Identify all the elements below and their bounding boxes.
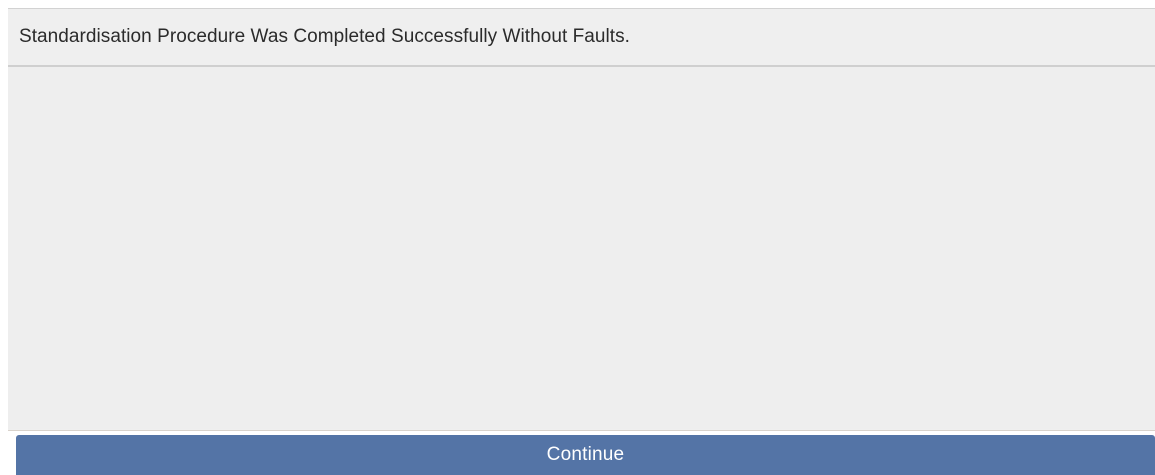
continue-button[interactable]: Continue	[16, 435, 1155, 475]
result-panel: Standardisation Procedure Was Completed …	[8, 8, 1155, 430]
status-message: Standardisation Procedure Was Completed …	[19, 26, 630, 47]
standardisation-result-screen: Standardisation Procedure Was Completed …	[0, 0, 1155, 475]
divider	[8, 430, 1155, 431]
continue-button-label: Continue	[546, 444, 625, 465]
status-message-bar: Standardisation Procedure Was Completed …	[8, 9, 1155, 67]
empty-content-area	[8, 67, 1155, 429]
